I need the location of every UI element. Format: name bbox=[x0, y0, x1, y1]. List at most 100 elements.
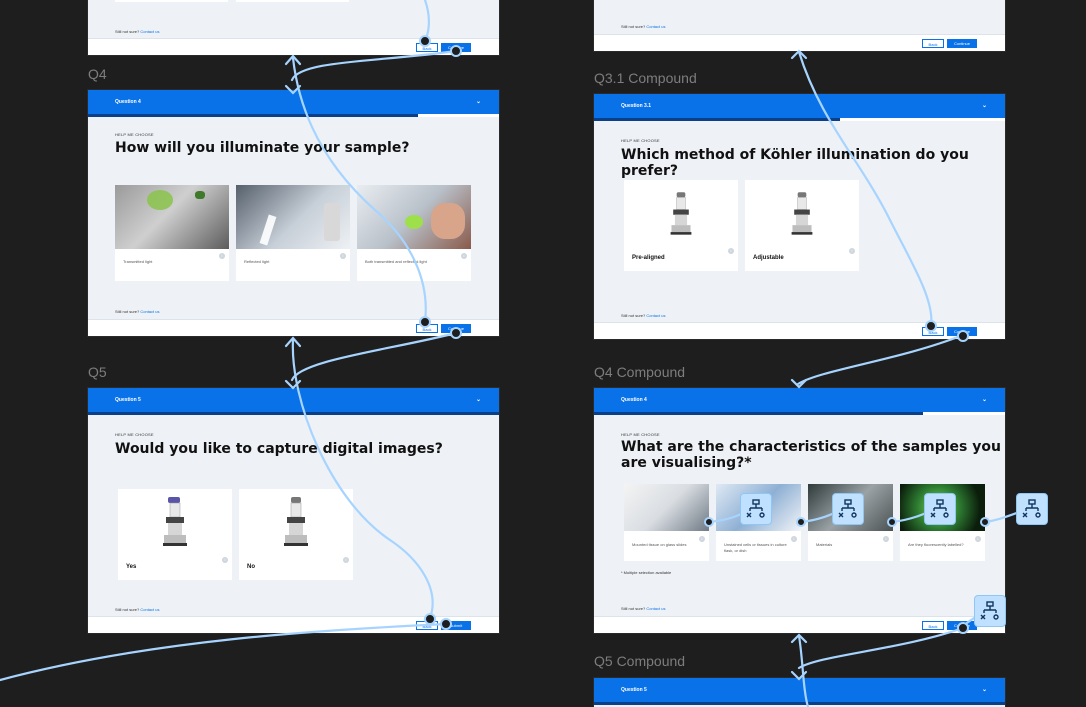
info-icon[interactable]: i bbox=[849, 248, 855, 254]
option-card[interactable]: Pre-aligned i bbox=[624, 180, 738, 271]
connector-line bbox=[290, 331, 458, 382]
option-card[interactable]: Both transmitted and reflected light i bbox=[357, 185, 471, 281]
info-icon[interactable]: i bbox=[975, 536, 981, 542]
chevron-down-icon[interactable]: ⌄ bbox=[476, 98, 481, 105]
arrow-head bbox=[284, 54, 302, 66]
frame-q5: Question 5 ⌄ HELP ME CHOOSE Would you li… bbox=[88, 388, 499, 633]
contact-link[interactable]: Contact us bbox=[140, 29, 159, 34]
info-icon[interactable]: i bbox=[883, 536, 889, 542]
unsure-text: Still not sure? Contact us bbox=[621, 24, 666, 29]
question-number: Question 5 bbox=[115, 397, 141, 403]
branch-icon bbox=[838, 499, 857, 518]
frame-footer: Back Continue bbox=[88, 319, 499, 336]
info-icon[interactable]: i bbox=[343, 557, 349, 563]
option-label: Yes bbox=[126, 564, 137, 570]
option-card[interactable]: Mounted tissue on glass slides i bbox=[624, 484, 709, 561]
continue-button[interactable]: Continue bbox=[441, 324, 471, 333]
option-label: Both transmitted and reflected light bbox=[365, 259, 427, 264]
sample-image bbox=[624, 484, 709, 531]
arrow-head bbox=[284, 379, 302, 390]
unsure-text: Still not sure? Contact us bbox=[115, 309, 160, 314]
progress-bar bbox=[88, 114, 418, 117]
branch-icon bbox=[930, 499, 949, 518]
branch-logic-icon[interactable] bbox=[740, 493, 772, 525]
option-label: No bbox=[247, 564, 255, 570]
option-card[interactable]: Adjustable i bbox=[745, 180, 859, 271]
branch-logic-icon[interactable] bbox=[1016, 493, 1048, 525]
continue-button[interactable]: Continue bbox=[947, 327, 977, 336]
option-card[interactable]: No i bbox=[239, 489, 353, 580]
chevron-down-icon[interactable]: ⌄ bbox=[982, 396, 987, 403]
question-header[interactable]: Question 5 ⌄ bbox=[88, 388, 499, 412]
arrow-head bbox=[284, 336, 302, 348]
chevron-down-icon[interactable]: ⌄ bbox=[982, 102, 987, 109]
option-label: Transmitted light bbox=[123, 259, 153, 264]
continue-button[interactable]: Continue bbox=[441, 43, 471, 52]
frame-footer: Back Continue bbox=[594, 34, 1005, 51]
chevron-down-icon[interactable]: ⌄ bbox=[476, 396, 481, 403]
microscope-icon bbox=[284, 497, 308, 546]
back-button[interactable]: Back bbox=[922, 621, 944, 630]
question-header[interactable]: Question 4 ⌄ bbox=[594, 388, 1005, 412]
back-button[interactable]: Back bbox=[416, 621, 438, 630]
question-title-line-2: are visualising?* bbox=[621, 455, 752, 471]
option-label: Materials bbox=[816, 542, 833, 547]
info-icon[interactable]: i bbox=[222, 557, 228, 563]
option-card[interactable]: Yes i bbox=[118, 489, 232, 580]
eyebrow: HELP ME CHOOSE bbox=[115, 132, 154, 137]
option-card[interactable]: Transmitted light i bbox=[115, 185, 229, 281]
back-button[interactable]: Back bbox=[922, 327, 944, 336]
frame-q4: Question 4 ⌄ HELP ME CHOOSE How will you… bbox=[88, 90, 499, 336]
progress-track bbox=[923, 412, 1005, 415]
branch-logic-icon[interactable] bbox=[974, 595, 1006, 627]
microscope-icon bbox=[670, 192, 692, 235]
option-card[interactable]: Reflected light i bbox=[236, 185, 350, 281]
contact-link[interactable]: Contact us bbox=[140, 607, 159, 612]
unsure-text: Still not sure? Contact us bbox=[621, 313, 666, 318]
arrow-head bbox=[790, 633, 808, 644]
back-button[interactable]: Back bbox=[922, 39, 944, 48]
continue-button[interactable]: Continue bbox=[947, 39, 977, 48]
contact-link[interactable]: Contact us bbox=[646, 24, 665, 29]
frame-q31-compound: Question 3.1 ⌄ HELP ME CHOOSE Which meth… bbox=[594, 94, 1005, 339]
microscope-icon bbox=[163, 497, 187, 546]
question-header[interactable]: Question 5 ⌄ bbox=[594, 678, 1005, 702]
microscope-image bbox=[118, 489, 232, 553]
option-label: Reflected light bbox=[244, 259, 270, 264]
info-icon[interactable]: i bbox=[461, 253, 467, 259]
branch-icon bbox=[1022, 499, 1041, 518]
question-number: Question 4 bbox=[115, 99, 141, 105]
contact-link[interactable]: Contact us bbox=[646, 313, 665, 318]
frame-footer: Back Continue bbox=[594, 616, 1005, 633]
question-header[interactable]: Question 4 ⌄ bbox=[88, 90, 499, 114]
back-button[interactable]: Back bbox=[416, 43, 438, 52]
contact-link[interactable]: Contact us bbox=[646, 606, 665, 611]
option-label: Mounted tissue on glass slides bbox=[632, 542, 687, 547]
progress-track bbox=[840, 118, 1005, 121]
illumination-image bbox=[236, 185, 350, 249]
question-title-line-1: Which method of Köhler illumination do y… bbox=[621, 147, 969, 163]
arrow-head bbox=[790, 378, 808, 389]
branch-logic-icon[interactable] bbox=[832, 493, 864, 525]
info-icon[interactable]: i bbox=[728, 248, 734, 254]
eyebrow: HELP ME CHOOSE bbox=[621, 432, 660, 437]
question-header[interactable]: Question 3.1 ⌄ bbox=[594, 94, 1005, 118]
info-icon[interactable]: i bbox=[340, 253, 346, 259]
submit-button[interactable]: Submit bbox=[441, 621, 471, 630]
info-icon[interactable]: i bbox=[219, 253, 225, 259]
microscope-icon bbox=[791, 192, 813, 235]
unsure-text: Still not sure? Contact us bbox=[115, 607, 160, 612]
contact-link[interactable]: Contact us bbox=[140, 309, 159, 314]
illumination-image bbox=[115, 185, 229, 249]
branch-logic-icon[interactable] bbox=[924, 493, 956, 525]
continue-button[interactable]: Continue bbox=[947, 621, 977, 630]
chevron-down-icon[interactable]: ⌄ bbox=[982, 686, 987, 693]
question-number: Question 5 bbox=[621, 687, 647, 693]
info-icon[interactable]: i bbox=[699, 536, 705, 542]
back-button[interactable]: Back bbox=[416, 324, 438, 333]
card-partial bbox=[115, 0, 228, 2]
unsure-text: Still not sure? Contact us bbox=[621, 606, 666, 611]
arrow-head bbox=[790, 49, 808, 60]
eyebrow: HELP ME CHOOSE bbox=[115, 432, 154, 437]
info-icon[interactable]: i bbox=[791, 536, 797, 542]
